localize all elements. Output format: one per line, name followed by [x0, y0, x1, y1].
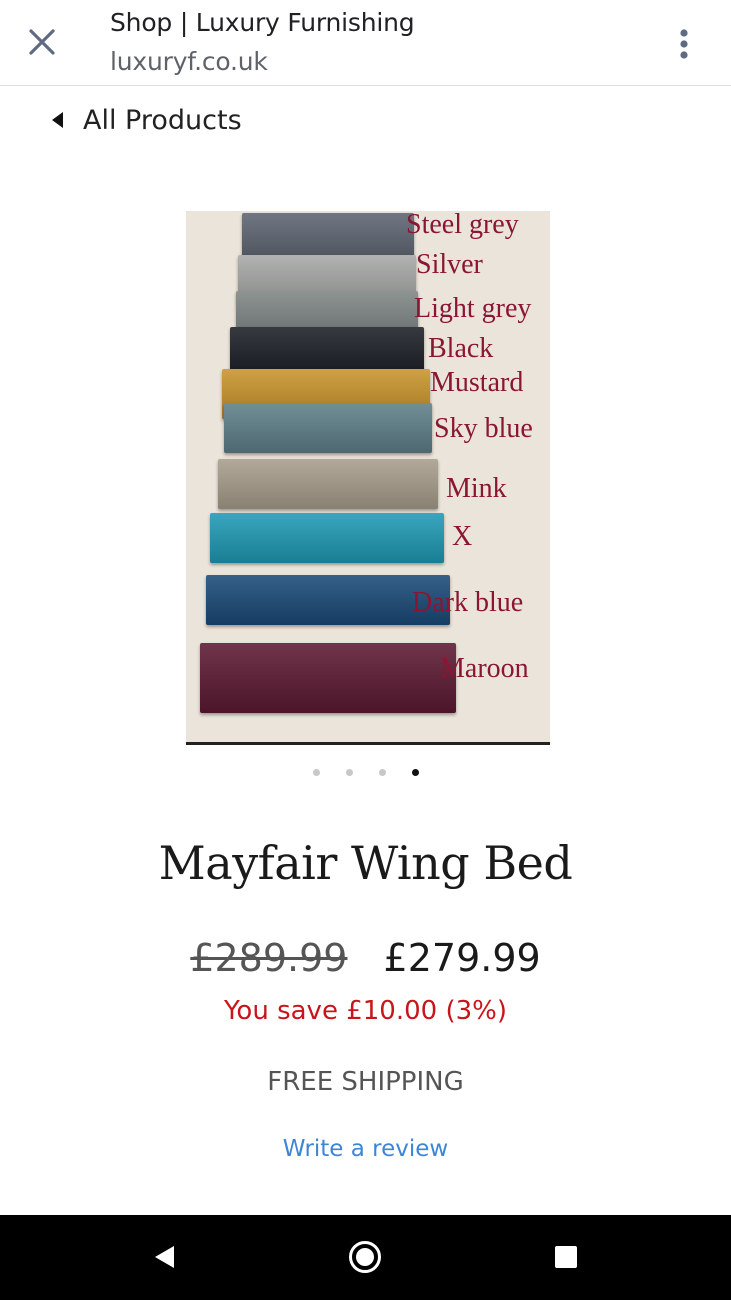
fabric-swatch — [224, 403, 432, 453]
fabric-swatch — [218, 459, 438, 509]
close-tab-button[interactable] — [20, 20, 64, 64]
swatch-color-label: Steel grey — [406, 211, 519, 240]
write-review-link[interactable]: Write a review — [0, 1136, 731, 1162]
original-price: £289.99 — [190, 936, 348, 980]
swatch-color-label: Mustard — [430, 367, 524, 398]
caret-left-icon — [52, 112, 63, 128]
back-link-label: All Products — [83, 104, 242, 136]
system-recents-button[interactable] — [546, 1237, 586, 1277]
custom-tab-toolbar: Shop | Luxury Furnishing luxuryf.co.uk — [0, 0, 731, 86]
recents-square-icon — [555, 1246, 577, 1268]
swatch-color-label: Silver — [416, 249, 483, 280]
shipping-text: FREE SHIPPING — [267, 1067, 464, 1097]
carousel-dots — [0, 766, 731, 780]
system-back-button[interactable] — [144, 1237, 184, 1277]
more-vertical-icon — [680, 29, 688, 59]
close-icon — [29, 29, 55, 55]
system-home-button[interactable] — [345, 1237, 385, 1277]
page-title: Shop | Luxury Furnishing — [110, 8, 415, 37]
page-url[interactable]: luxuryf.co.uk — [110, 47, 268, 76]
fabric-swatch — [210, 513, 444, 563]
product-title: Mayfair Wing Bed — [158, 836, 573, 890]
price-row: £289.99 £279.99 — [0, 936, 731, 980]
system-nav-bar — [0, 1215, 731, 1300]
swatch-color-label: Maroon — [440, 653, 529, 684]
swatch-color-label: Black — [428, 333, 494, 364]
swatch-color-label: Mink — [446, 473, 507, 504]
carousel-dot[interactable] — [411, 769, 419, 776]
swatch-color-label: Dark blue — [412, 587, 524, 618]
back-triangle-icon — [154, 1246, 174, 1268]
home-circle-icon — [349, 1241, 381, 1273]
all-products-back-link[interactable]: All Products — [46, 100, 242, 140]
savings-text: You save £10.00 (3%) — [224, 996, 507, 1026]
sale-price: £279.99 — [383, 936, 541, 980]
fabric-swatch — [200, 643, 456, 713]
swatch-color-label: Light grey — [414, 293, 532, 324]
swatch-color-label: X — [452, 521, 473, 552]
image-bottom-border — [186, 742, 550, 745]
carousel-dot[interactable] — [312, 769, 320, 776]
swatch-color-label: Sky blue — [434, 413, 533, 444]
carousel-dot[interactable] — [345, 769, 353, 776]
product-image[interactable]: Steel grey Silver Light grey Black Mustard Sk… — [186, 211, 550, 745]
overflow-menu-button[interactable] — [664, 22, 704, 66]
carousel-dot[interactable] — [378, 769, 386, 776]
